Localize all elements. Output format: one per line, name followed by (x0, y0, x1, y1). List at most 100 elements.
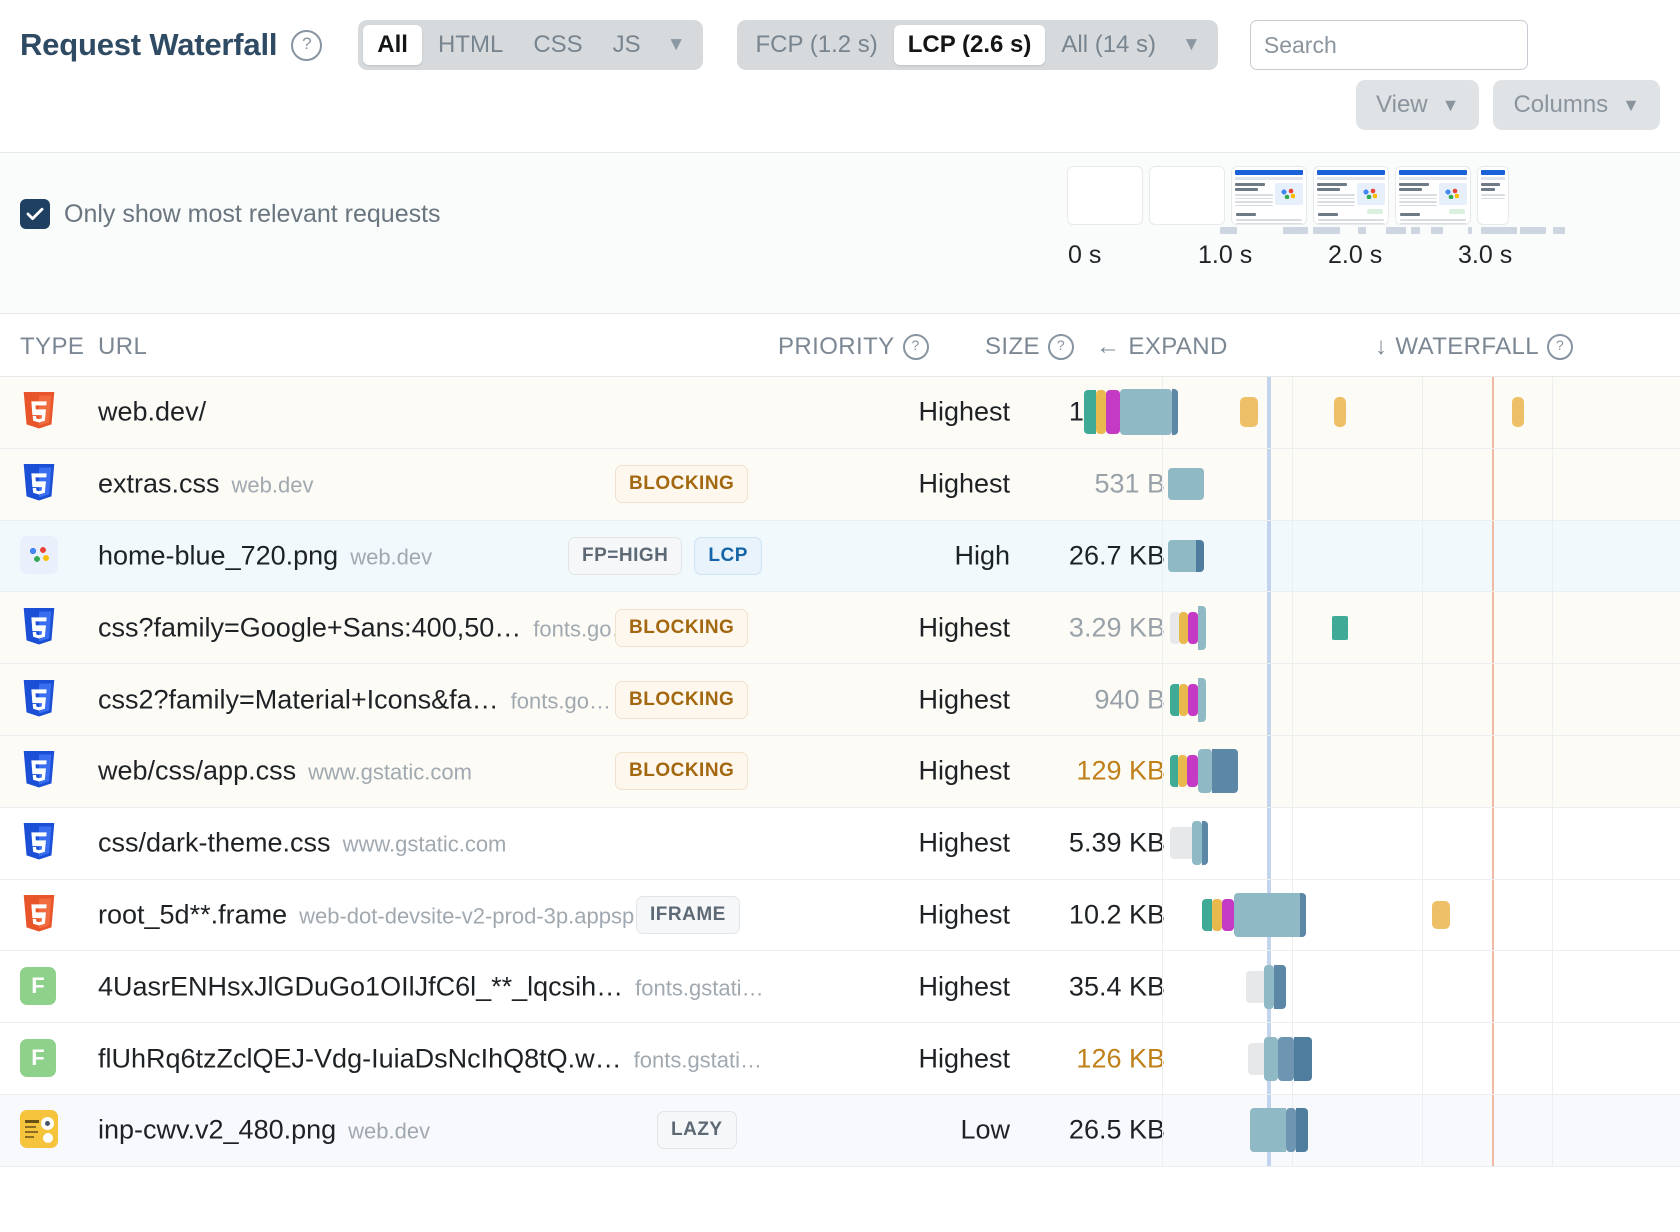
image-yellow-icon (20, 1110, 58, 1150)
column-header-expand[interactable]: ← EXPAND (1096, 333, 1228, 361)
table-row[interactable]: css/dark-theme.css www.gstatic.com Highe… (0, 807, 1680, 880)
waterfall-cell[interactable] (1072, 592, 1680, 664)
type-filter-chevron-down-icon[interactable]: ▼ (657, 28, 698, 62)
filmstrip-frame[interactable] (1150, 167, 1224, 224)
type-filter-css[interactable]: CSS (519, 25, 596, 65)
axis-tick-2: 2.0 s (1328, 241, 1383, 269)
type-filter-all[interactable]: All (363, 25, 422, 65)
columns-button-label: Columns (1513, 91, 1609, 118)
waterfall-cell[interactable] (1072, 664, 1680, 735)
request-url[interactable]: web/css/app.css www.gstatic.com (98, 756, 472, 787)
table-row[interactable]: css?family=Google+Sans:400,50… fonts.go…… (0, 592, 1680, 665)
view-button-label: View (1376, 91, 1428, 118)
request-name: root_5d**.frame (98, 899, 288, 930)
arrow-down-icon: ↓ (1375, 333, 1388, 360)
status-badge: BLOCKING (615, 680, 749, 719)
request-url[interactable]: css/dark-theme.css www.gstatic.com (98, 828, 506, 859)
column-header-priority[interactable]: PRIORITY ? (778, 333, 929, 361)
status-badge: BLOCKING (615, 465, 749, 504)
time-filter-fcp[interactable]: FCP (1.2 s) (742, 25, 892, 65)
view-button[interactable]: View ▼ (1356, 80, 1480, 130)
time-filter-chevron-down-icon[interactable]: ▼ (1172, 28, 1213, 62)
axis-tick-1: 1.0 s (1198, 241, 1253, 269)
request-priority: Highest (918, 755, 1010, 786)
waterfall-cell[interactable] (1072, 377, 1680, 448)
column-header-size-label: SIZE (985, 333, 1040, 360)
table-row[interactable]: inp-cwv.v2_480.png web.dev LAZY Low 26.5… (0, 1094, 1680, 1167)
request-url[interactable]: 4UasrENHsxJlGDuGo1OIlJfC6l_**_lqcsih… fo… (98, 971, 764, 1002)
activity-tick-strip (1068, 227, 1568, 237)
column-header-expand-label: EXPAND (1128, 333, 1228, 360)
waterfall-cell[interactable] (1072, 520, 1680, 592)
filmstrip-frame[interactable] (1068, 167, 1142, 224)
waterfall-cell[interactable] (1072, 1023, 1680, 1094)
css3-icon (20, 679, 58, 720)
column-header-waterfall-label: WATERFALL (1395, 333, 1540, 360)
request-url[interactable]: css2?family=Material+Icons&fa… fonts.go… (98, 684, 611, 715)
only-relevant-checkbox[interactable] (20, 199, 50, 229)
column-header-url[interactable]: URL (98, 333, 147, 361)
time-filter-group: FCP (1.2 s) LCP (2.6 s) All (14 s) ▼ (736, 20, 1218, 70)
request-name: css?family=Google+Sans:400,50… (98, 612, 522, 643)
column-header-waterfall[interactable]: ↓ WATERFALL ? (1375, 333, 1574, 361)
css3-icon (20, 464, 58, 504)
filmstrip-frame[interactable] (1478, 167, 1508, 224)
waterfall-cell[interactable] (1072, 807, 1680, 879)
request-url[interactable]: inp-cwv.v2_480.png web.dev (98, 1115, 430, 1146)
image-icon (20, 535, 58, 576)
column-header-type[interactable]: TYPE (20, 333, 84, 361)
waterfall-cell[interactable] (1072, 951, 1680, 1023)
table-row[interactable]: F 4UasrENHsxJlGDuGo1OIlJfC6l_**_lqcsih… … (0, 951, 1680, 1024)
request-host: fonts.gstati… (635, 975, 764, 1001)
request-priority: Highest (918, 468, 1010, 499)
only-relevant-label: Only show most relevant requests (64, 199, 441, 228)
request-url[interactable]: css?family=Google+Sans:400,50… fonts.go… (98, 612, 634, 643)
request-url[interactable]: extras.css web.dev (98, 469, 313, 500)
priority-help-icon[interactable]: ? (902, 334, 929, 360)
column-header-size[interactable]: SIZE ? (985, 333, 1074, 361)
request-url[interactable]: home-blue_720.png web.dev (98, 540, 432, 571)
request-url[interactable]: flUhRq6tzZclQEJ-Vdg-IuiaDsNcIhQ8tQ.w… fo… (98, 1043, 762, 1074)
request-priority: Highest (918, 1043, 1010, 1074)
filmstrip-frame[interactable] (1314, 167, 1388, 224)
time-filter-all[interactable]: All (14 s) (1047, 25, 1170, 65)
arrow-left-icon: ← (1096, 333, 1121, 360)
table-row[interactable]: F flUhRq6tzZclQEJ-Vdg-IuiaDsNcIhQ8tQ.w… … (0, 1023, 1680, 1095)
request-name: web.dev/ (98, 396, 207, 427)
table-row[interactable]: root_5d**.frame web-dot-devsite-v2-prod-… (0, 879, 1680, 952)
table-row[interactable]: web/css/app.css www.gstatic.com BLOCKING… (0, 735, 1680, 808)
table-row[interactable]: web.dev/ Highest 19.6 KB (0, 377, 1680, 449)
request-url[interactable]: root_5d**.frame web-dot-devsite-v2-prod-… (98, 899, 656, 930)
filmstrip[interactable] (1068, 167, 1508, 224)
table-row[interactable]: home-blue_720.png web.dev FP=HIGH LCP Hi… (0, 520, 1680, 593)
status-badge: LAZY (657, 1111, 737, 1150)
waterfall-cell[interactable] (1072, 879, 1680, 951)
request-url[interactable]: web.dev/ (98, 397, 218, 428)
type-filter-js[interactable]: JS (599, 25, 655, 65)
waterfall-cell[interactable] (1072, 735, 1680, 807)
columns-button[interactable]: Columns ▼ (1493, 80, 1660, 130)
filmstrip-frame[interactable] (1232, 167, 1306, 224)
time-filter-lcp[interactable]: LCP (2.6 s) (893, 25, 1046, 65)
toolbar-secondary-row: View ▼ Columns ▼ (0, 70, 1680, 130)
filmstrip-frame[interactable] (1396, 167, 1470, 224)
type-filter-html[interactable]: HTML (424, 25, 517, 65)
help-circle-icon[interactable]: ? (291, 29, 323, 61)
search-input[interactable] (1249, 20, 1528, 70)
waterfall-cell[interactable] (1072, 448, 1680, 520)
waterfall-help-icon[interactable]: ? (1547, 334, 1574, 360)
css3-icon (20, 607, 58, 648)
only-relevant-checkbox-row[interactable]: Only show most relevant requests (20, 199, 441, 229)
status-badge: IFRAME (636, 895, 740, 934)
table-row[interactable]: css2?family=Material+Icons&fa… fonts.go…… (0, 664, 1680, 736)
html5-icon (20, 894, 58, 935)
lcp-badge: LCP (694, 536, 762, 575)
check-icon (26, 207, 44, 220)
size-help-icon[interactable]: ? (1047, 334, 1074, 360)
request-waterfall-panel: Request Waterfall ? All HTML CSS JS ▼ FC… (0, 0, 1680, 1232)
waterfall-cell[interactable] (1072, 1094, 1680, 1166)
request-name: inp-cwv.v2_480.png (98, 1114, 337, 1145)
view-chevron-down-icon: ▼ (1441, 94, 1460, 115)
status-badge: BLOCKING (615, 752, 749, 791)
table-row[interactable]: extras.css web.dev BLOCKING Highest 531 … (0, 448, 1680, 521)
